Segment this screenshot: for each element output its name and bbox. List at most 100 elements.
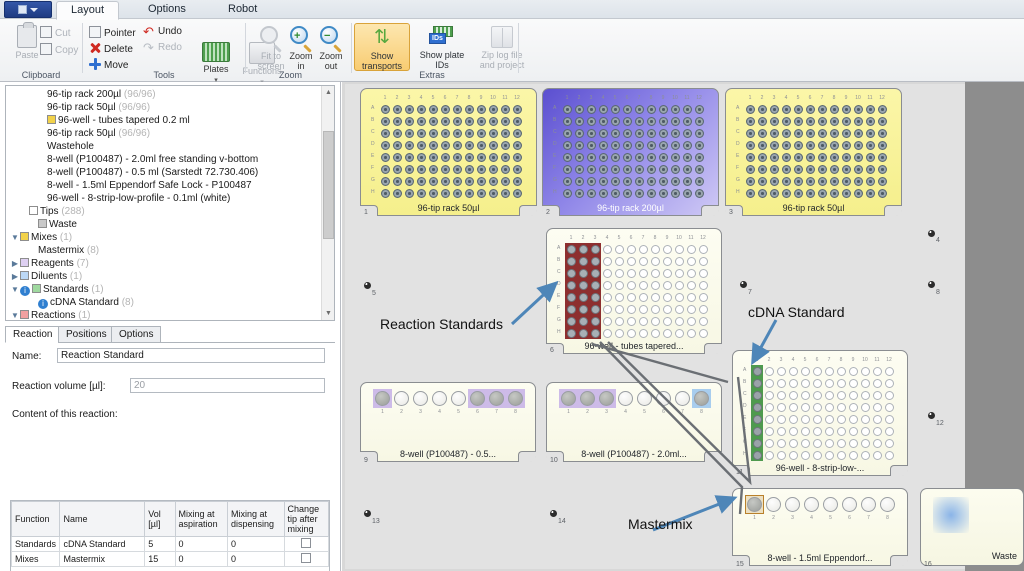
well[interactable] <box>451 175 463 187</box>
well[interactable] <box>585 151 597 163</box>
well[interactable] <box>379 175 391 187</box>
well[interactable] <box>439 103 451 115</box>
well[interactable] <box>597 139 609 151</box>
tree-item[interactable]: 8-well (P100487) - 2.0ml free standing v… <box>10 153 322 166</box>
well[interactable] <box>780 103 792 115</box>
layout-workspace[interactable]: 123456789101112ABCDEFGH 96-tip rack 50µl… <box>342 82 1024 571</box>
well[interactable] <box>475 175 487 187</box>
well[interactable] <box>661 255 673 267</box>
tab-layout[interactable]: Layout <box>56 1 119 20</box>
layout-tree[interactable]: 96-tip rack 200µl (96/96)96-tip rack 50µ… <box>5 85 335 321</box>
well[interactable] <box>681 127 693 139</box>
well[interactable] <box>681 175 693 187</box>
well[interactable] <box>577 255 589 267</box>
well[interactable] <box>693 187 705 199</box>
well[interactable] <box>816 175 828 187</box>
well[interactable] <box>661 327 673 339</box>
well[interactable] <box>847 437 859 449</box>
well[interactable] <box>379 103 391 115</box>
well[interactable]: 1 <box>559 389 578 419</box>
well[interactable] <box>835 389 847 401</box>
well[interactable] <box>657 163 669 175</box>
well[interactable] <box>823 377 835 389</box>
well[interactable] <box>876 187 888 199</box>
well[interactable] <box>613 315 625 327</box>
well[interactable] <box>561 103 573 115</box>
well[interactable] <box>673 279 685 291</box>
well[interactable] <box>871 401 883 413</box>
well[interactable] <box>487 187 499 199</box>
well[interactable] <box>792 175 804 187</box>
well[interactable] <box>864 151 876 163</box>
well[interactable] <box>621 139 633 151</box>
well[interactable]: 6 <box>654 389 673 419</box>
well[interactable] <box>835 365 847 377</box>
well[interactable] <box>876 151 888 163</box>
well[interactable] <box>379 115 391 127</box>
well[interactable] <box>756 139 768 151</box>
cut-button[interactable]: Cut <box>40 26 71 39</box>
well[interactable] <box>693 151 705 163</box>
well[interactable] <box>439 163 451 175</box>
well[interactable] <box>792 139 804 151</box>
well[interactable] <box>451 139 463 151</box>
tree-item[interactable]: ▶Diluents (1) <box>10 270 322 283</box>
well[interactable] <box>649 291 661 303</box>
tab-reaction[interactable]: Reaction <box>5 326 60 343</box>
tree-item[interactable]: Tips (288) <box>10 205 322 218</box>
well[interactable] <box>811 437 823 449</box>
cell-function[interactable]: Mixes <box>12 552 60 567</box>
well[interactable] <box>756 175 768 187</box>
well[interactable] <box>487 163 499 175</box>
well[interactable] <box>780 151 792 163</box>
well[interactable]: 3 <box>411 389 430 419</box>
well[interactable] <box>613 303 625 315</box>
well[interactable] <box>609 163 621 175</box>
tree-scrollbar[interactable]: ▲ ▼ <box>321 86 334 320</box>
well[interactable] <box>415 187 427 199</box>
well[interactable]: 5 <box>635 389 654 419</box>
well[interactable] <box>744 163 756 175</box>
well[interactable] <box>637 291 649 303</box>
well[interactable] <box>613 243 625 255</box>
well[interactable] <box>439 139 451 151</box>
well[interactable] <box>633 115 645 127</box>
well[interactable] <box>637 243 649 255</box>
well[interactable] <box>475 187 487 199</box>
cell-change-tip[interactable] <box>284 552 328 567</box>
well[interactable] <box>625 291 637 303</box>
well[interactable] <box>787 401 799 413</box>
well[interactable] <box>391 127 403 139</box>
well[interactable] <box>859 437 871 449</box>
well[interactable] <box>697 327 709 339</box>
delete-button[interactable]: Delete <box>89 42 133 55</box>
well[interactable] <box>609 139 621 151</box>
well-grid-96[interactable]: 123456789101112ABCDEFGH <box>379 103 523 199</box>
well[interactable] <box>840 175 852 187</box>
well[interactable] <box>816 103 828 115</box>
well[interactable] <box>565 243 577 255</box>
tree-twisty-icon[interactable]: ▼ <box>10 283 20 296</box>
cell-vol[interactable]: 5 <box>145 537 175 552</box>
well[interactable] <box>828 151 840 163</box>
well[interactable] <box>621 187 633 199</box>
well[interactable] <box>609 187 621 199</box>
well[interactable] <box>763 425 775 437</box>
well[interactable] <box>876 127 888 139</box>
well[interactable] <box>852 187 864 199</box>
well[interactable] <box>415 127 427 139</box>
well[interactable] <box>871 377 883 389</box>
change-tip-checkbox[interactable] <box>301 553 311 563</box>
well[interactable] <box>847 377 859 389</box>
well[interactable] <box>463 127 475 139</box>
well[interactable] <box>804 103 816 115</box>
well[interactable] <box>864 187 876 199</box>
well[interactable] <box>673 267 685 279</box>
well[interactable] <box>673 327 685 339</box>
well[interactable] <box>391 151 403 163</box>
well[interactable] <box>864 139 876 151</box>
well[interactable] <box>499 151 511 163</box>
well[interactable] <box>792 127 804 139</box>
well[interactable]: 2 <box>578 389 597 419</box>
well[interactable] <box>697 303 709 315</box>
